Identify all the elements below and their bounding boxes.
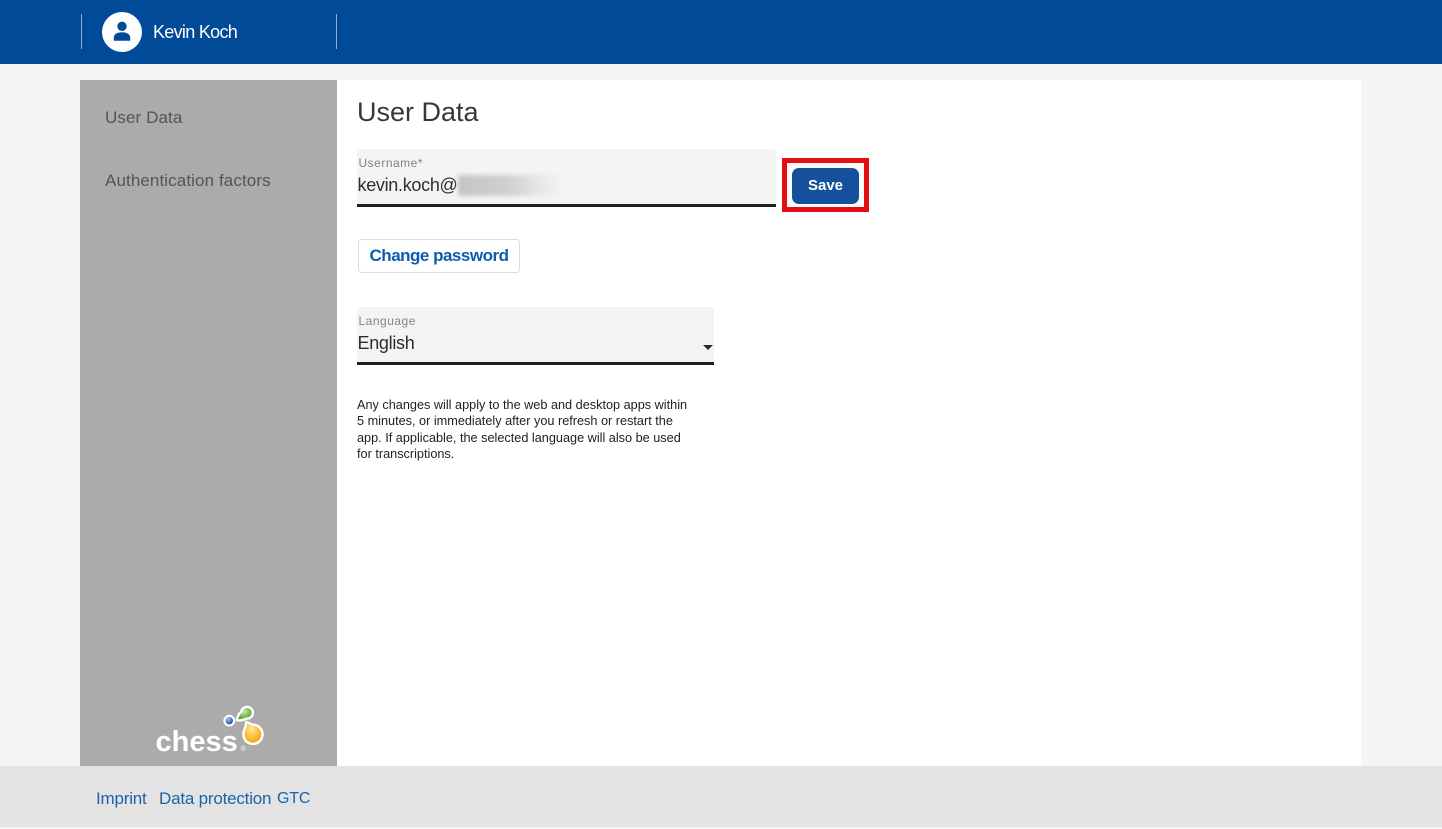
svg-text:chess: chess [156,726,238,758]
svg-text:®: ® [241,744,247,753]
